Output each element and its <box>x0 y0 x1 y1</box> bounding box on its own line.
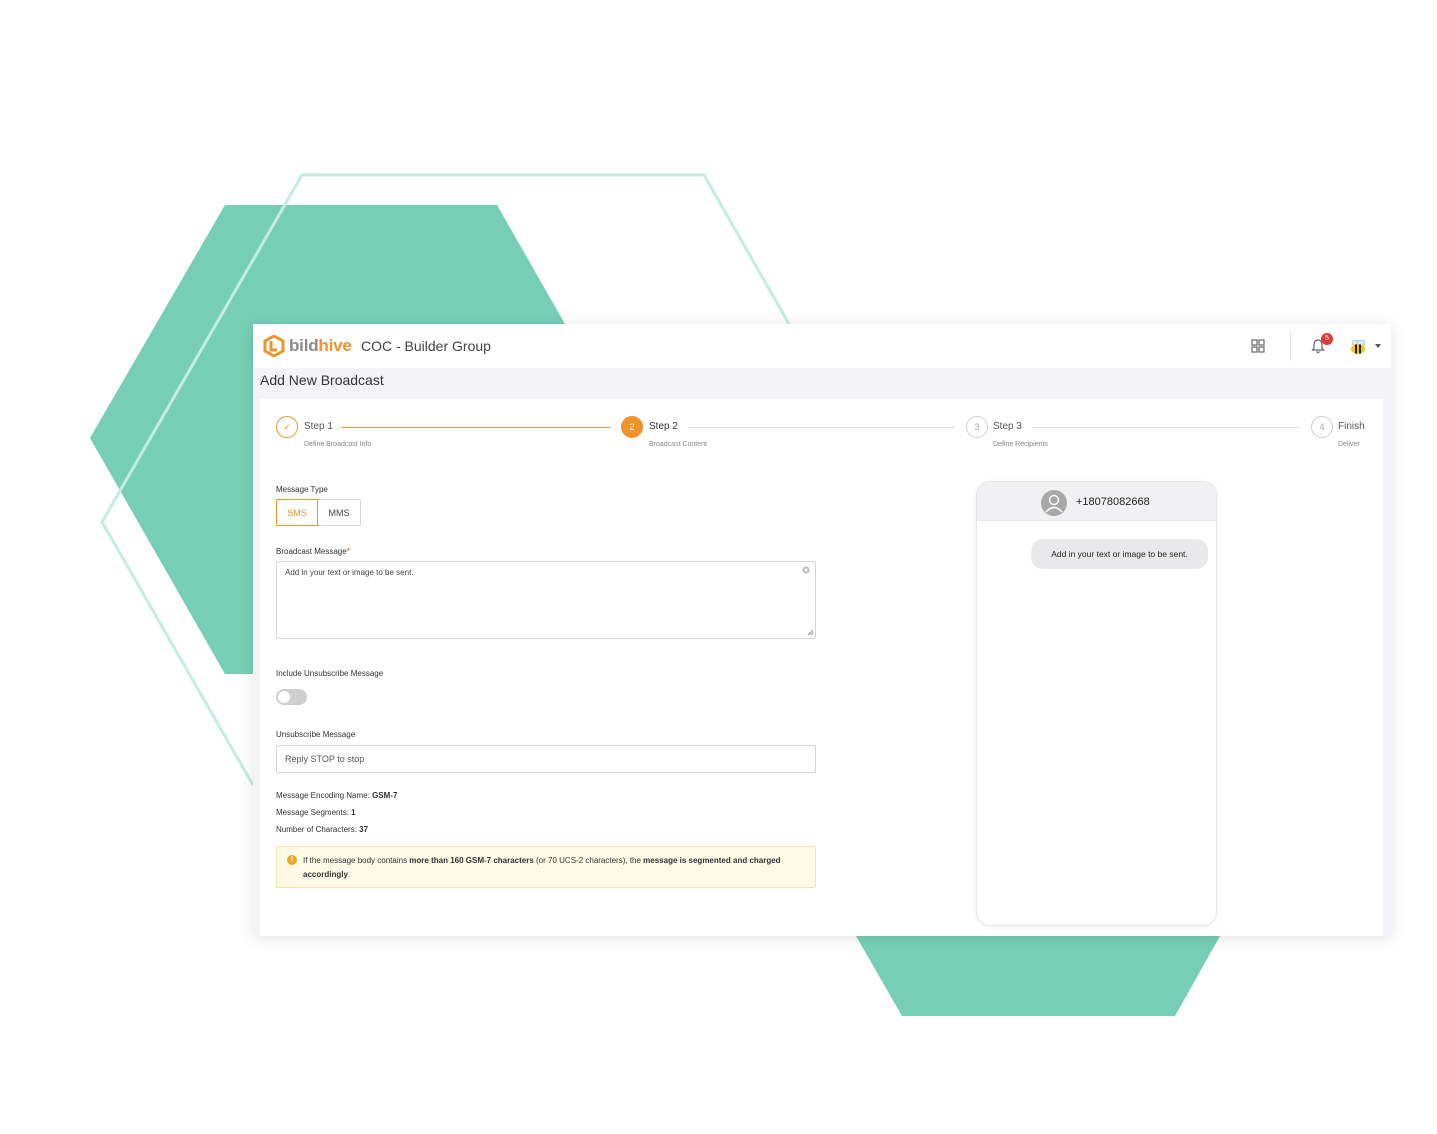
message-type-label: Message Type <box>276 485 328 494</box>
characters-stat-label: Number of Characters: <box>276 825 360 834</box>
segments-stat-value: 1 <box>351 808 356 817</box>
encoding-stat: Message Encoding Name: GSM-7 <box>276 791 397 800</box>
switch-knob <box>278 691 290 703</box>
encoding-stat-value: GSM-7 <box>372 791 398 800</box>
characters-stat-value: 37 <box>359 825 369 834</box>
step-3-label[interactable]: Step 3 <box>993 421 1022 432</box>
contact-avatar-icon <box>1041 490 1067 516</box>
step-2-connector <box>688 427 955 428</box>
filled-hexagon-bottom <box>856 936 1220 1016</box>
sms-preview-phone: +18078082668 Add in your text or image t… <box>976 481 1217 926</box>
step-2-label[interactable]: Step 2 <box>649 421 678 432</box>
clear-text-icon[interactable] <box>802 566 810 574</box>
textarea-resize-handle-icon[interactable] <box>807 629 814 636</box>
unsubscribe-message-label: Unsubscribe Message <box>276 730 356 739</box>
grid-apps-icon[interactable] <box>1251 339 1265 353</box>
user-menu-caret-icon[interactable] <box>1375 344 1381 348</box>
required-marker: * <box>346 547 350 556</box>
alert-text-part-2: (or 70 UCS-2 characters), the <box>533 856 644 865</box>
step-2-circle[interactable]: 2 <box>621 416 643 438</box>
brand-logo-text[interactable]: bildhive <box>289 336 352 356</box>
warning-icon: ! <box>287 855 297 865</box>
segmentation-warning-alert: ! If the message body contains more than… <box>276 846 816 888</box>
bee-avatar-icon[interactable] <box>1347 338 1369 356</box>
step-1-check-icon[interactable]: ✓ <box>276 416 298 438</box>
mms-option-button[interactable]: MMS <box>318 499 361 526</box>
message-type-toggle: SMS MMS <box>276 499 361 526</box>
phone-preview-header: +18078082668 <box>977 482 1216 521</box>
navbar-divider <box>1290 331 1291 361</box>
preview-phone-number: +18078082668 <box>1076 496 1150 508</box>
app-window: bildhive COC - Builder Group 5 Add New B… <box>253 324 1391 936</box>
characters-stat: Number of Characters: 37 <box>276 825 368 834</box>
alert-text-part-3: . <box>347 870 351 879</box>
organization-name[interactable]: COC - Builder Group <box>361 338 491 354</box>
logo-text-bild: bild <box>289 336 319 355</box>
step-2-subtitle: Broadcast Content <box>649 441 707 448</box>
step-4-label[interactable]: Finish <box>1338 421 1365 432</box>
notification-count-badge: 5 <box>1321 333 1333 345</box>
encoding-stat-label: Message Encoding Name: <box>276 791 373 800</box>
message-preview-bubble: Add in your text or image to be sent. <box>1031 539 1208 569</box>
broadcast-message-label-text: Broadcast Message <box>276 547 347 556</box>
segments-stat-label: Message Segments: <box>276 808 352 817</box>
broadcast-message-label: Broadcast Message* <box>276 547 350 556</box>
step-1-subtitle: Define Broadcast Info <box>304 441 372 448</box>
segments-stat: Message Segments: 1 <box>276 808 356 817</box>
step-3-circle[interactable]: 3 <box>966 416 988 438</box>
alert-message: If the message body contains more than 1… <box>303 854 808 882</box>
broadcast-wizard-card: ✓ Step 1 Define Broadcast Info 2 Step 2 … <box>260 399 1383 936</box>
logo-text-hive: hive <box>318 336 352 355</box>
step-4-subtitle: Deliver <box>1338 441 1360 448</box>
alert-bold-part-1: more than 160 GSM-7 characters <box>409 856 534 865</box>
step-4-circle[interactable]: 4 <box>1311 416 1333 438</box>
page-title: Add New Broadcast <box>260 372 384 388</box>
include-unsubscribe-switch[interactable] <box>276 689 307 705</box>
include-unsubscribe-label: Include Unsubscribe Message <box>276 669 384 678</box>
step-1-label[interactable]: Step 1 <box>304 421 333 432</box>
alert-text-part-1: If the message body contains <box>303 856 410 865</box>
top-navbar: bildhive COC - Builder Group 5 <box>253 324 1391 368</box>
bildhive-logo-icon[interactable] <box>263 335 285 357</box>
step-3-subtitle: Define Recipients <box>993 441 1048 448</box>
broadcast-message-textarea[interactable]: Add in your text or image to be sent. <box>276 561 816 639</box>
step-3-connector <box>1032 427 1300 428</box>
step-1-connector <box>342 427 610 428</box>
sms-option-button[interactable]: SMS <box>276 499 318 526</box>
unsubscribe-message-input[interactable] <box>276 745 816 773</box>
